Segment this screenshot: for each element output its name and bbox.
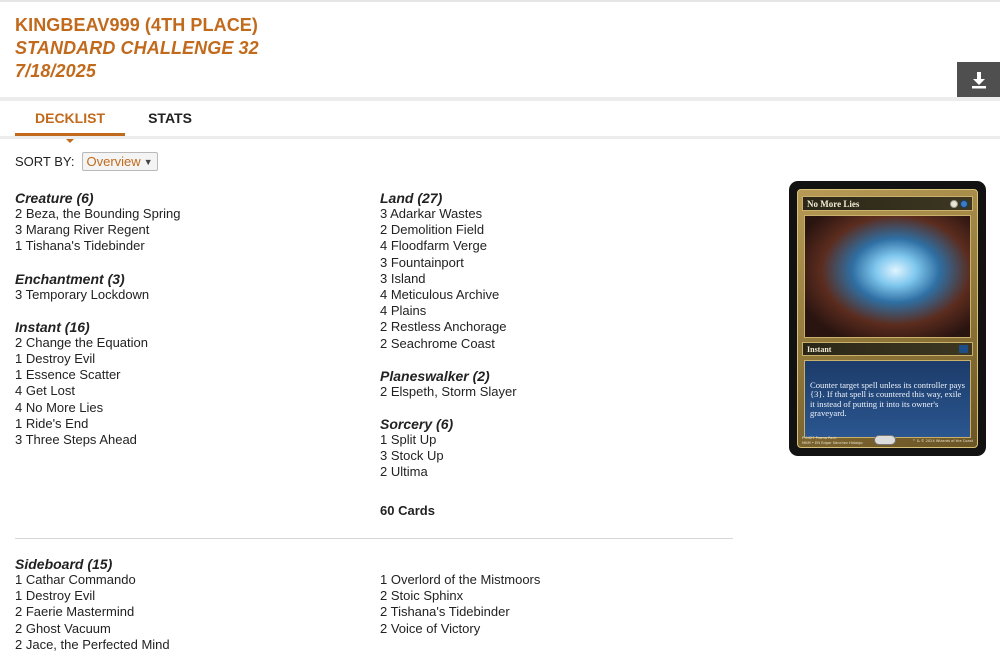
card-frame: No More Lies Instant Counter target spel…: [797, 189, 978, 448]
card-group-creature: Creature (6) 2 Beza, the Bounding Spring…: [15, 190, 355, 255]
card-entry[interactable]: 3 Marang River Regent: [15, 222, 355, 238]
sideboard-entry[interactable]: 2 Faerie Mastermind: [15, 604, 355, 620]
group-title: Creature (6): [15, 190, 94, 206]
card-rules-text: Counter target spell unless its controll…: [810, 380, 965, 419]
sideboard-entry[interactable]: 2 Voice of Victory: [380, 621, 720, 637]
card-total: 60 Cards: [380, 503, 435, 518]
card-copyright: ™ & © 2024 Wizards of the Coast: [912, 439, 973, 443]
decklist-right-column: Land (27) 3 Adarkar Wastes 2 Demolition …: [380, 190, 720, 497]
card-entry[interactable]: 1 Split Up: [380, 432, 720, 448]
event-name: STANDARD CHALLENGE 32: [15, 38, 259, 58]
group-title: Planeswalker (2): [380, 367, 490, 384]
sideboard-entry[interactable]: 1 Destroy Evil: [15, 588, 355, 604]
sideboard-entry[interactable]: 2 Stoic Sphinx: [380, 588, 720, 604]
group-title: Land (27): [380, 190, 443, 206]
sideboard-divider: [15, 538, 733, 539]
blue-mana-icon: [960, 199, 968, 208]
card-footer-left: P 0427 Promo Pack MKM • EN Edgar Sánchez…: [802, 436, 892, 445]
card-entry[interactable]: 2 Demolition Field: [380, 222, 720, 238]
chevron-down-icon: ▼: [143, 156, 153, 167]
group-title: Instant (16): [15, 318, 90, 335]
card-text-box: Counter target spell unless its controll…: [804, 360, 971, 438]
tab-stats[interactable]: STATS: [138, 100, 202, 136]
sort-control: SORT BY: Overview ▼: [15, 152, 158, 171]
card-entry[interactable]: 1 Tishana's Tidebinder: [15, 238, 355, 254]
card-entry[interactable]: 3 Three Steps Ahead: [15, 432, 355, 448]
card-entry[interactable]: 2 Restless Anchorage: [380, 319, 720, 335]
sort-select[interactable]: Overview ▼: [81, 152, 158, 171]
card-group-enchantment: Enchantment (3) 3 Temporary Lockdown: [15, 271, 355, 303]
sideboard-entry[interactable]: 2 Jace, the Perfected Mind: [15, 637, 355, 653]
tab-decklist[interactable]: DECKLIST: [15, 100, 125, 136]
card-entry[interactable]: 4 No More Lies: [15, 400, 355, 416]
card-entry[interactable]: 4 Meticulous Archive: [380, 287, 720, 303]
top-divider: [0, 0, 1000, 2]
card-entry[interactable]: 2 Seachrome Coast: [380, 336, 720, 352]
card-entry[interactable]: 1 Essence Scatter: [15, 367, 355, 383]
card-entry[interactable]: 3 Adarkar Wastes: [380, 206, 720, 222]
sideboard-entry[interactable]: 2 Ghost Vacuum: [15, 621, 355, 637]
card-entry[interactable]: 3 Stock Up: [380, 448, 720, 464]
card-group-instant: Instant (16) 2 Change the Equation 1 Des…: [15, 319, 355, 448]
player-title: KINGBEAV999 (4TH PLACE): [15, 15, 259, 35]
card-type: Instant: [807, 344, 832, 354]
download-icon: [971, 72, 986, 89]
card-preview-image: No More Lies Instant Counter target spel…: [789, 181, 986, 456]
sort-selected-value: Overview: [86, 154, 141, 169]
mana-cost: [950, 199, 968, 208]
sideboard-left: Sideboard (15) 1 Cathar Commando 1 Destr…: [15, 556, 355, 653]
card-entry[interactable]: 3 Fountainport: [380, 255, 720, 271]
card-entry[interactable]: 3 Temporary Lockdown: [15, 287, 355, 303]
card-entry[interactable]: 2 Beza, the Bounding Spring: [15, 206, 355, 222]
card-art: [804, 215, 971, 338]
card-entry[interactable]: 4 Get Lost: [15, 383, 355, 399]
card-name-bar: No More Lies: [802, 196, 973, 211]
sideboard-title: Sideboard (15): [15, 556, 113, 572]
sideboard-entry[interactable]: 1 Cathar Commando: [15, 572, 355, 588]
set-symbol-icon: [959, 345, 968, 353]
card-artist-info: MKM • EN Edgar Sánchez Hidalgo: [802, 440, 863, 445]
tabs-divider: [0, 136, 1000, 139]
group-title: Sorcery (6): [380, 416, 454, 433]
group-title: Enchantment (3): [15, 270, 125, 287]
card-group-land: Land (27) 3 Adarkar Wastes 2 Demolition …: [380, 190, 720, 352]
card-entry[interactable]: 2 Change the Equation: [15, 335, 355, 351]
sideboard-entry[interactable]: 1 Overlord of the Mistmoors: [380, 572, 720, 588]
card-entry[interactable]: 1 Ride's End: [15, 416, 355, 432]
deck-header: KINGBEAV999 (4TH PLACE) STANDARD CHALLEN…: [15, 14, 259, 83]
sort-label: SORT BY:: [15, 154, 75, 169]
card-entry[interactable]: 2 Ultima: [380, 464, 720, 480]
card-entry[interactable]: 1 Destroy Evil: [15, 351, 355, 367]
sideboard-entry[interactable]: 2 Tishana's Tidebinder: [380, 604, 720, 620]
card-group-sorcery: Sorcery (6) 1 Split Up 3 Stock Up 2 Ulti…: [380, 416, 720, 481]
card-group-planeswalker: Planeswalker (2) 2 Elspeth, Storm Slayer: [380, 368, 720, 400]
sideboard-right: 1 Overlord of the Mistmoors 2 Stoic Sphi…: [380, 572, 720, 637]
card-name: No More Lies: [807, 198, 860, 209]
event-date: 7/18/2025: [15, 61, 96, 81]
card-entry[interactable]: 3 Island: [380, 271, 720, 287]
decklist-left-column: Creature (6) 2 Beza, the Bounding Spring…: [15, 190, 355, 464]
card-type-bar: Instant: [802, 342, 973, 356]
card-entry[interactable]: 2 Elspeth, Storm Slayer: [380, 384, 720, 400]
card-entry[interactable]: 4 Floodfarm Verge: [380, 238, 720, 254]
download-button[interactable]: [957, 62, 1000, 98]
white-mana-icon: [950, 199, 958, 208]
card-entry[interactable]: 4 Plains: [380, 303, 720, 319]
